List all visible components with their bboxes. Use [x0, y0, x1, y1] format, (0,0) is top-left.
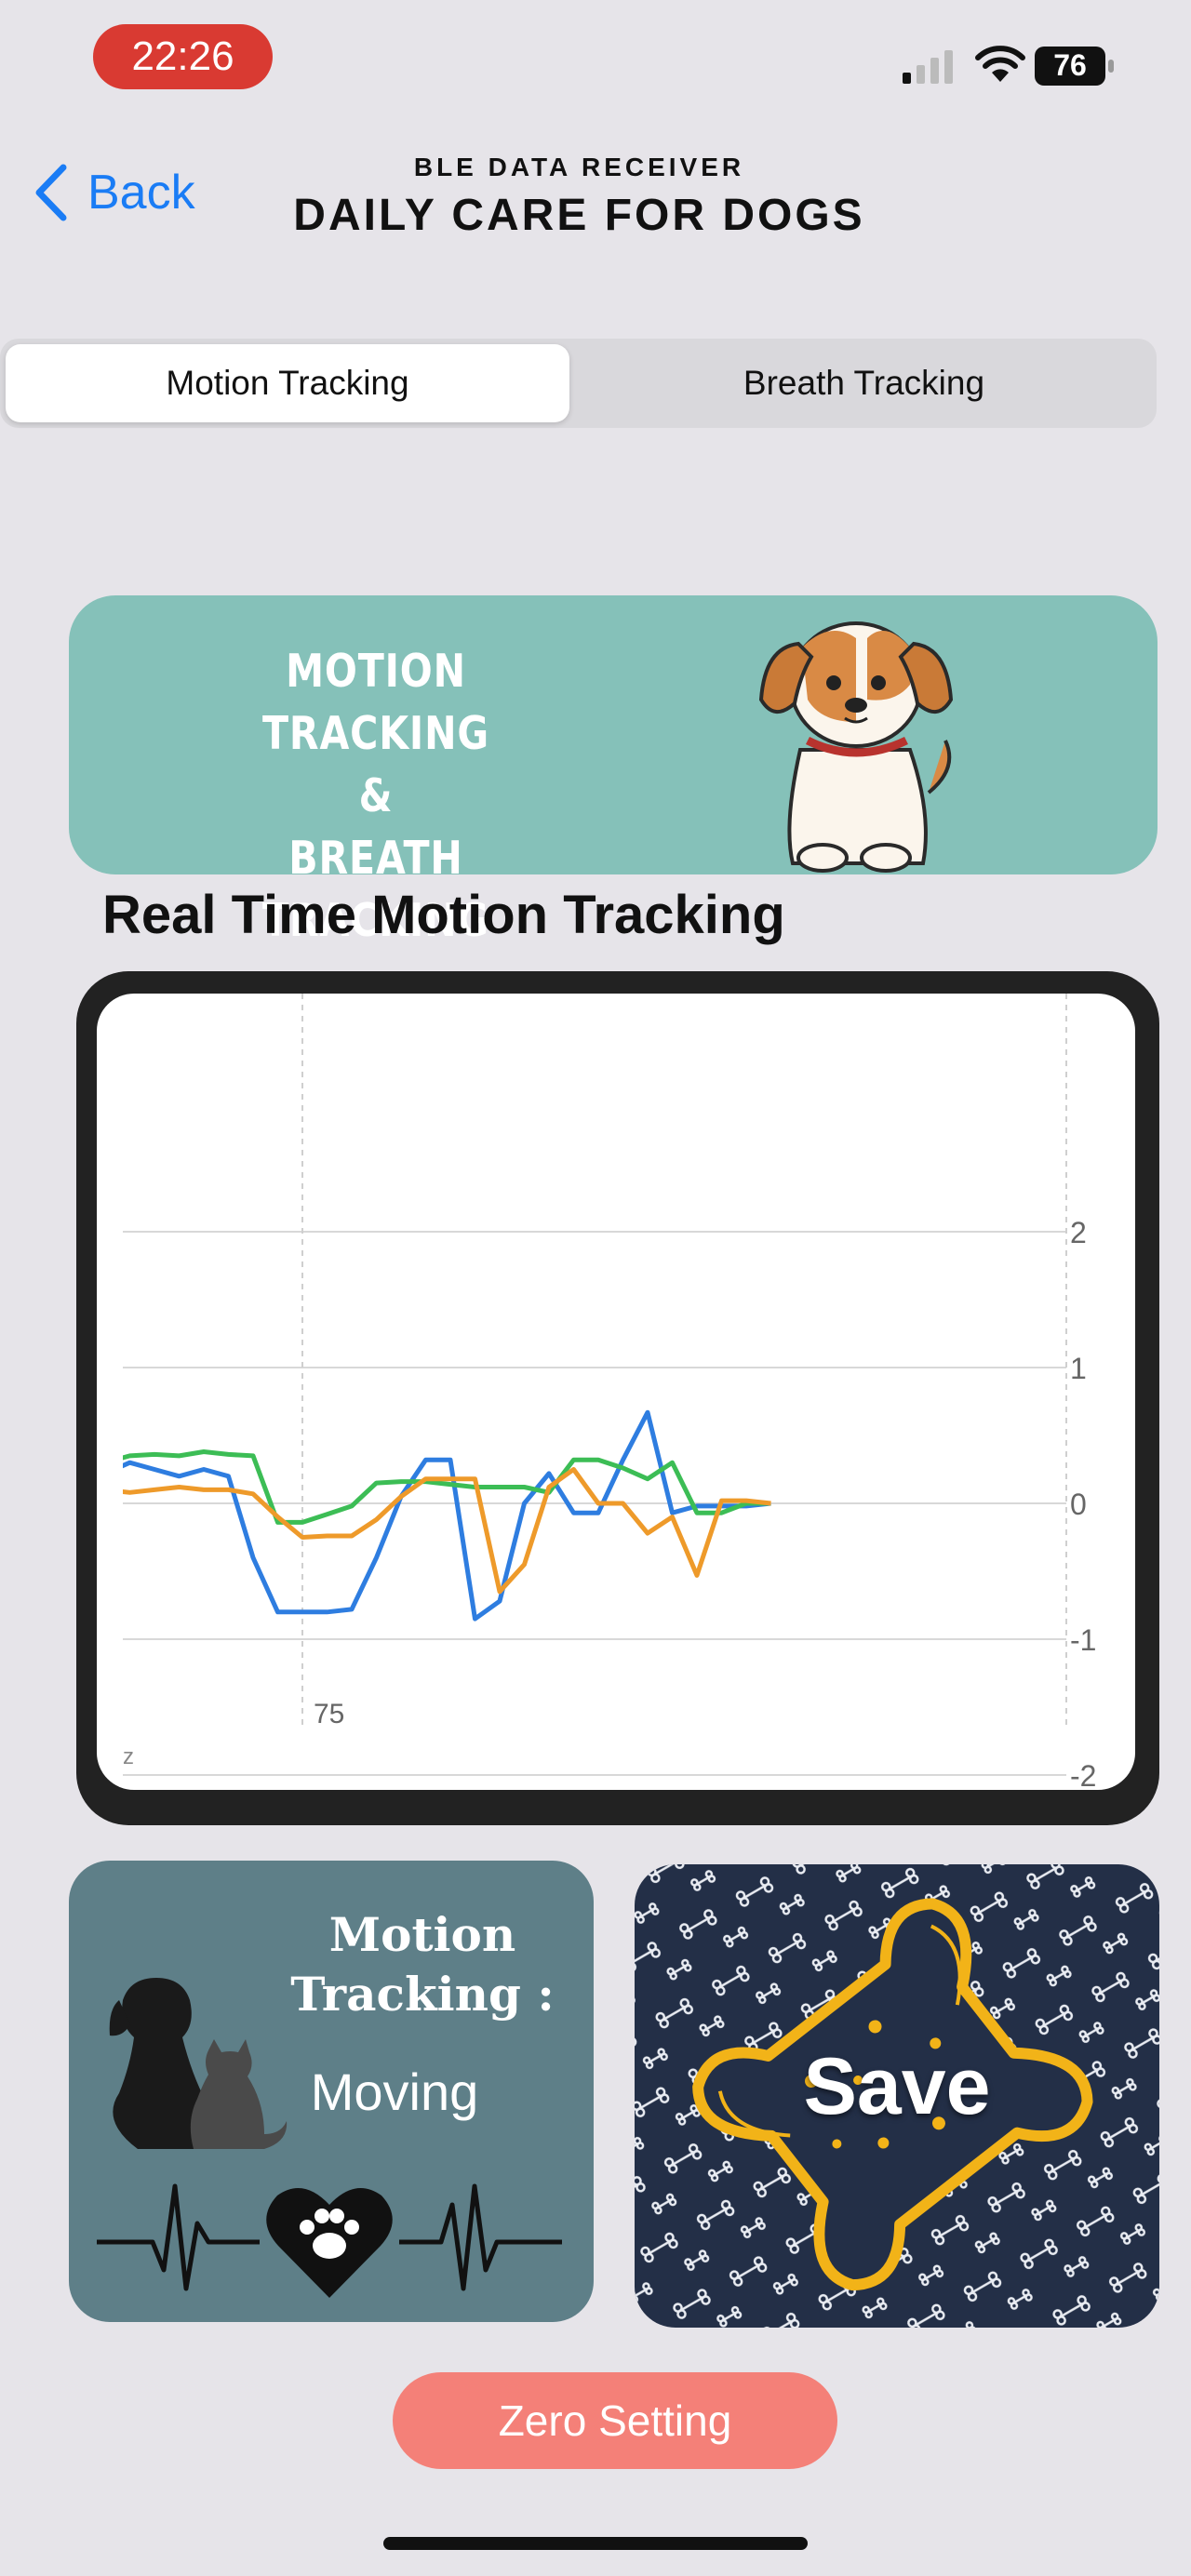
- y-tick-label: 2: [1070, 1216, 1087, 1249]
- tab-breath-tracking[interactable]: Breath Tracking: [577, 344, 1151, 422]
- y-tick-label: -2: [1070, 1759, 1096, 1790]
- heartbeat-paw-icon: [97, 2183, 562, 2298]
- banner-line-2: &: [358, 769, 394, 822]
- chevron-left-icon: [35, 164, 67, 221]
- dog-cat-silhouette-icon: [109, 1978, 288, 2149]
- y-tick-label: 1: [1070, 1352, 1087, 1385]
- back-label: Back: [87, 166, 195, 220]
- nav-subtitle: BLE DATA RECEIVER: [413, 153, 745, 181]
- home-indicator: [383, 2537, 808, 2550]
- battery-icon: 76: [1035, 47, 1115, 86]
- y-tick-label: -1: [1070, 1623, 1096, 1657]
- status-time: 22:26: [93, 24, 273, 89]
- battery-level: 76: [1053, 48, 1087, 82]
- bottom-label: z: [123, 1744, 134, 1769]
- series-line-3: [123, 1467, 771, 1595]
- motion-chart-svg: 2 1 0 -1 -2 75 z: [123, 994, 1096, 1790]
- back-button[interactable]: Back: [32, 160, 195, 225]
- tracking-banner: MOTION TRACKING & BREATH TRACKING: [69, 595, 1158, 947]
- page-title: DAILY CARE FOR DOGS: [293, 191, 865, 240]
- signal-icon: [903, 50, 953, 84]
- save-button[interactable]: Save: [635, 1864, 1159, 2328]
- puppy-illustration: [758, 621, 954, 873]
- save-label: Save: [803, 2042, 991, 2131]
- motion-status-card: Motion Tracking : Moving: [69, 1861, 594, 2322]
- motion-status-value: Moving: [310, 2062, 479, 2121]
- y-tick-label: 0: [1070, 1488, 1087, 1521]
- wifi-icon: [975, 46, 1025, 82]
- banner-line-1: MOTION TRACKING: [262, 645, 489, 760]
- motion-chart-frame: 2 1 0 -1 -2 75 z: [76, 971, 1159, 1825]
- time-text: 22:26: [131, 33, 234, 79]
- series-group: [123, 1409, 771, 1622]
- zero-setting-button[interactable]: Zero Setting: [393, 2372, 837, 2469]
- tracking-segmented-control: Motion Tracking Breath Tracking: [0, 339, 1157, 428]
- x-tick-label: 75: [314, 1699, 344, 1729]
- motion-card-title: Motion Tracking :: [290, 1907, 555, 2022]
- tab-motion-tracking[interactable]: Motion Tracking: [6, 344, 569, 422]
- series-line-1: [123, 1409, 771, 1622]
- section-title: Real Time Motion Tracking: [102, 885, 785, 945]
- motion-chart: 2 1 0 -1 -2 75 z: [97, 994, 1135, 1790]
